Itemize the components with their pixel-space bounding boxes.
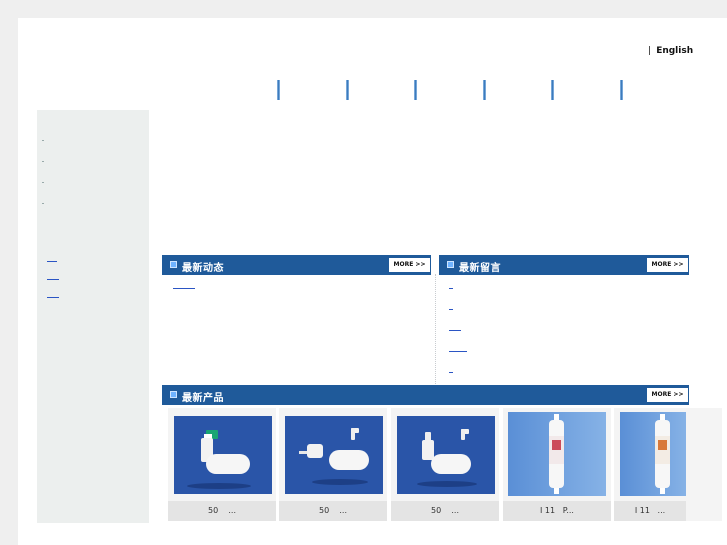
product-image[interactable] [508, 412, 606, 496]
page: | English 最新动态 MORE >> 最新留言 MORE >> 最新产品… [18, 18, 727, 545]
message-link[interactable] [449, 330, 461, 331]
product-caption[interactable]: 50 ... [391, 501, 499, 521]
sidebar [37, 110, 149, 523]
square-bullet-icon [170, 261, 177, 268]
square-bullet-icon [170, 391, 177, 398]
product-card[interactable]: 50 ... [168, 408, 276, 521]
float-valve-image [174, 416, 272, 494]
message-link[interactable] [449, 372, 453, 373]
product-image[interactable] [285, 416, 383, 494]
news-panel-header: 最新动态 MORE >> [162, 255, 431, 275]
products-panel-header: 最新产品 MORE >> [162, 385, 689, 405]
product-image[interactable] [174, 416, 272, 494]
messages-more-button[interactable]: MORE >> [647, 258, 688, 272]
product-image[interactable] [397, 416, 495, 494]
messages-panel-header: 最新留言 MORE >> [439, 255, 689, 275]
news-panel-title: 最新动态 [182, 263, 224, 274]
nav-separator [620, 80, 623, 100]
nav-separator [277, 80, 280, 100]
message-link[interactable] [449, 309, 453, 310]
sidebar-bullet [42, 140, 44, 141]
messages-panel-title: 最新留言 [459, 263, 501, 274]
nav-separator [346, 80, 349, 100]
nav-separator [414, 80, 417, 100]
product-card[interactable]: 50 ... [391, 408, 499, 521]
product-caption[interactable]: 50 ... [168, 501, 276, 521]
column-divider [435, 274, 436, 384]
product-caption[interactable]: I 11 ... [614, 501, 686, 521]
product-caption[interactable]: I 11 P... [503, 501, 611, 521]
product-card[interactable]: I 11 P... [503, 408, 611, 521]
product-card[interactable]: I 11 ... [614, 408, 722, 521]
sidebar-link[interactable] [47, 279, 59, 280]
float-valve-image [285, 416, 383, 494]
square-bullet-icon [447, 261, 454, 268]
filter-cartridge-image [620, 412, 686, 496]
message-link[interactable] [449, 288, 453, 289]
news-link[interactable] [173, 288, 195, 289]
sidebar-bullet [42, 161, 44, 162]
sidebar-bullet [42, 182, 44, 183]
filter-cartridge-image [508, 412, 606, 496]
english-link[interactable]: English [656, 46, 693, 56]
products-more-button[interactable]: MORE >> [647, 388, 688, 402]
news-more-button[interactable]: MORE >> [389, 258, 430, 272]
product-image[interactable] [620, 412, 686, 496]
product-card[interactable]: 50 ... [279, 408, 387, 521]
nav-separator [483, 80, 486, 100]
sidebar-link[interactable] [47, 261, 57, 262]
message-link[interactable] [449, 351, 467, 352]
product-caption[interactable]: 50 ... [279, 501, 387, 521]
products-panel-title: 最新产品 [182, 393, 224, 404]
nav-separator [551, 80, 554, 100]
sidebar-bullet [42, 203, 44, 204]
sidebar-link[interactable] [47, 297, 59, 298]
float-valve-image [397, 416, 495, 494]
lang-separator: | [648, 46, 652, 56]
language-switch: | English [648, 46, 693, 56]
